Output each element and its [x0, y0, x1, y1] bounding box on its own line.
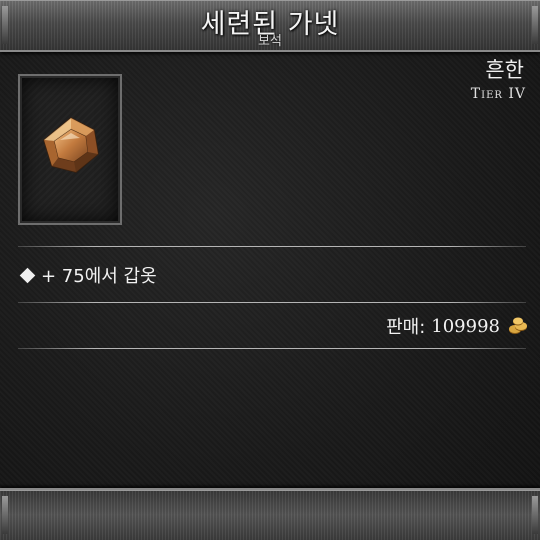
divider-bottom [18, 348, 526, 349]
bullet-diamond-icon [19, 267, 36, 283]
gold-coins-icon [509, 317, 527, 334]
divider-top [18, 246, 526, 247]
item-tooltip: 세련된 가넷 보석 흔한 Tier IV + 75에서 갑옷 판매: 10999… [0, 0, 540, 540]
divider-middle [18, 302, 526, 303]
garnet-gem-icon [43, 117, 99, 173]
footer-left-edge [2, 496, 8, 534]
sell-label: 판매: [386, 317, 426, 338]
stat-text: + 75에서 갑옷 [41, 266, 157, 287]
item-type: 보석 [258, 34, 282, 49]
tooltip-header: 세련된 가넷 보석 [0, 0, 540, 52]
item-icon-frame [18, 74, 122, 225]
stat-line: + 75에서 갑옷 [18, 261, 157, 289]
item-tier: Tier IV [470, 86, 526, 102]
tooltip-footer [0, 488, 540, 540]
sell-price: 판매: 109998 [386, 312, 528, 340]
sell-value: 109998 [431, 315, 500, 337]
item-rarity: 흔한 [485, 58, 524, 82]
footer-right-edge [532, 496, 538, 534]
